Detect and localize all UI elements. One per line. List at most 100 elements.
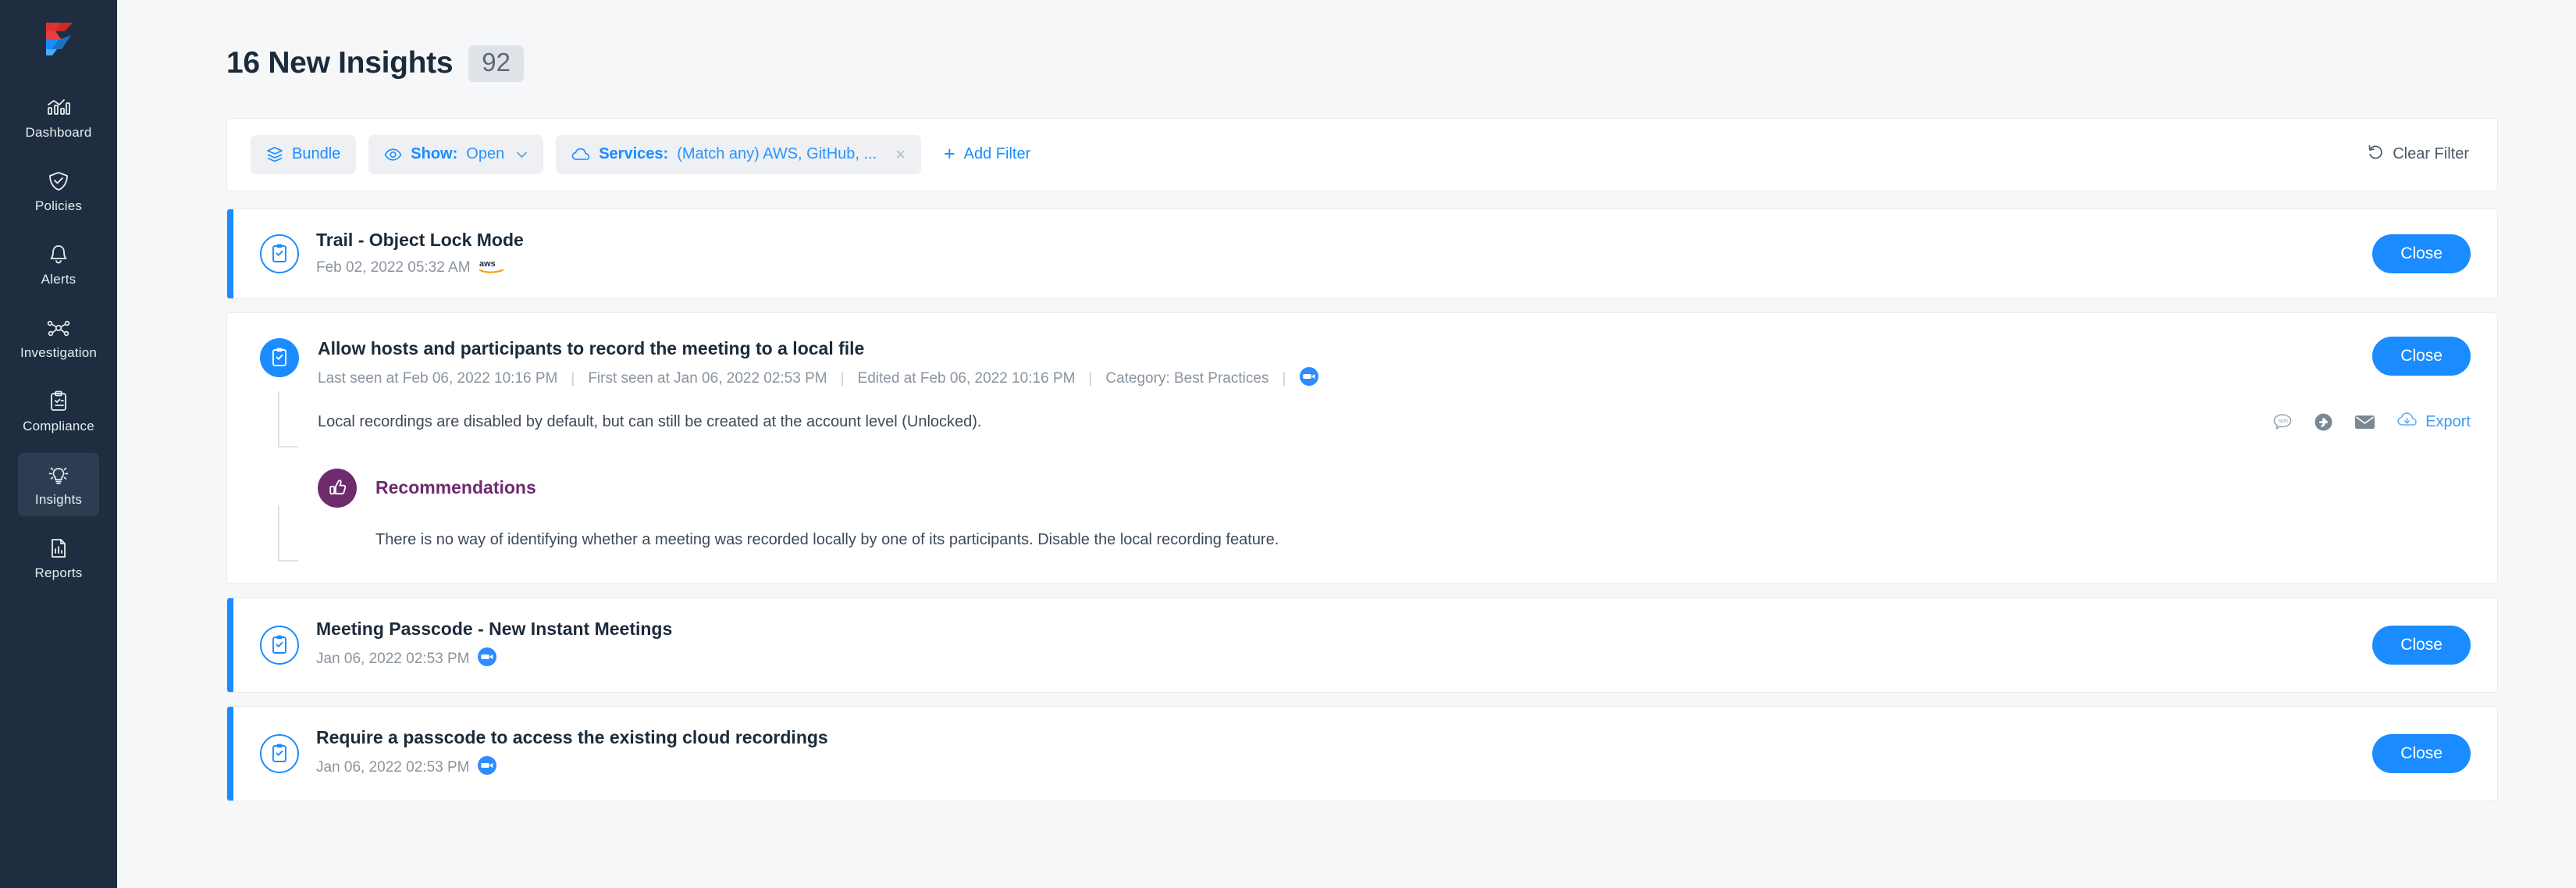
meta-separator: | (841, 370, 845, 387)
insight-actions: SMS (2272, 412, 2471, 433)
timeline-elbow (278, 446, 298, 448)
clipboard-check-icon (260, 234, 299, 273)
clipboard-list-icon (45, 390, 72, 413)
recommendations-title: Recommendations (375, 477, 536, 498)
insight-timestamp: Feb 02, 2022 05:32 AM (316, 259, 471, 276)
sidebar-item-label: Alerts (41, 272, 76, 287)
insight-card-header: Allow hosts and participants to record t… (227, 313, 2497, 391)
remove-services-filter-icon[interactable]: × (895, 144, 906, 165)
recommendations-header: Recommendations (318, 447, 2471, 508)
meta-separator: | (1088, 370, 1092, 387)
export-label: Export (2425, 413, 2471, 431)
insight-meta: Last seen at Feb 06, 2022 10:16 PM | Fir… (318, 366, 1319, 391)
sidebar-item-label: Policies (35, 198, 82, 214)
app-logo (31, 11, 86, 66)
insight-card[interactable]: Meeting Passcode - New Instant Meetings … (226, 597, 2498, 693)
sidebar-item-label: Insights (35, 492, 82, 508)
insight-card-text: Require a passcode to access the existin… (316, 727, 828, 780)
sidebar-item-investigation[interactable]: Investigation (18, 306, 99, 369)
shield-check-icon (45, 169, 72, 193)
insight-subtitle: Jan 06, 2022 02:53 PM (316, 755, 828, 780)
clipboard-check-icon (260, 734, 299, 773)
insight-card-row: Require a passcode to access the existin… (227, 707, 2497, 801)
layers-icon (266, 146, 283, 163)
zoom-logo-icon (477, 647, 497, 672)
sidebar-item-dashboard[interactable]: Dashboard (18, 86, 99, 149)
meta-last-seen: Last seen at Feb 06, 2022 10:16 PM (318, 370, 557, 387)
lightbulb-icon (45, 463, 72, 487)
sidebar-item-compliance[interactable]: Compliance (18, 380, 99, 443)
insight-timestamp: Jan 06, 2022 02:53 PM (316, 759, 469, 776)
meta-edited: Edited at Feb 06, 2022 10:16 PM (858, 370, 1076, 387)
insight-title: Require a passcode to access the existin… (316, 727, 828, 748)
sidebar-item-alerts[interactable]: Alerts (18, 233, 99, 296)
sidebar-item-policies[interactable]: Policies (18, 159, 99, 223)
insight-subtitle: Jan 06, 2022 02:53 PM (316, 647, 672, 672)
insight-card-text: Allow hosts and participants to record t… (318, 337, 1319, 391)
insight-title: Trail - Object Lock Mode (316, 230, 524, 251)
insight-count-badge: 92 (468, 45, 524, 82)
close-insight-button[interactable]: Close (2372, 734, 2471, 773)
clear-filter-button[interactable]: Clear Filter (2367, 144, 2469, 166)
cloud-icon (571, 148, 590, 162)
email-icon[interactable] (2354, 414, 2375, 430)
network-nodes-icon (45, 316, 72, 340)
timeline-connector (278, 391, 279, 448)
chevron-down-icon[interactable] (516, 147, 528, 162)
app-root: Dashboard Policies Alerts (0, 0, 2576, 888)
close-insight-button[interactable]: Close (2372, 234, 2471, 273)
close-insight-button[interactable]: Close (2372, 337, 2471, 376)
insight-subtitle: Feb 02, 2022 05:32 AM aws (316, 258, 524, 278)
insight-title: Meeting Passcode - New Instant Meetings (316, 619, 672, 640)
page-title: 16 New Insights (226, 46, 453, 80)
main-content: 16 New Insights 92 Bundle (117, 0, 2576, 888)
undo-arrow-icon (2367, 144, 2384, 166)
insight-card-expanded[interactable]: Allow hosts and participants to record t… (226, 312, 2498, 584)
insight-card-text: Meeting Passcode - New Instant Meetings … (316, 619, 672, 672)
insight-card-body: Local recordings are disabled by default… (227, 391, 2497, 583)
aws-logo-icon: aws (479, 258, 505, 278)
plus-icon: + (944, 144, 955, 164)
slack-icon[interactable] (2314, 412, 2333, 432)
filter-bar: Bundle Show: Open (226, 118, 2498, 191)
insight-card-text: Trail - Object Lock Mode Feb 02, 2022 05… (316, 230, 524, 278)
svg-text:SMS: SMS (2278, 420, 2288, 425)
show-filter-chip[interactable]: Show: Open (368, 135, 543, 174)
clipboard-check-icon (260, 626, 299, 665)
cloud-download-icon (2396, 412, 2418, 433)
sidebar-item-label: Dashboard (26, 125, 92, 141)
add-filter-label: Add Filter (964, 145, 1031, 163)
sms-bubble-icon[interactable]: SMS (2272, 412, 2293, 431)
zoom-logo-icon (477, 755, 497, 780)
insight-title: Allow hosts and participants to record t… (318, 338, 1319, 359)
insight-card[interactable]: Require a passcode to access the existin… (226, 706, 2498, 801)
dashboard-icon (45, 96, 72, 119)
meta-separator: | (571, 370, 575, 387)
insight-card-row: Meeting Passcode - New Instant Meetings … (227, 598, 2497, 692)
report-chart-icon (45, 537, 72, 560)
eye-icon (384, 147, 402, 162)
sidebar-item-label: Reports (35, 565, 83, 581)
sidebar: Dashboard Policies Alerts (0, 0, 117, 888)
meta-category: Category: Best Practices (1105, 370, 1268, 387)
export-button[interactable]: Export (2396, 412, 2471, 433)
bundle-filter-chip[interactable]: Bundle (251, 135, 356, 174)
sidebar-item-label: Investigation (20, 345, 97, 361)
timeline-connector (278, 505, 279, 562)
insight-description-row: Local recordings are disabled by default… (318, 391, 2471, 447)
add-filter-button[interactable]: + Add Filter (944, 144, 1030, 164)
insight-card[interactable]: Trail - Object Lock Mode Feb 02, 2022 05… (226, 209, 2498, 299)
sidebar-item-insights[interactable]: Insights (18, 453, 99, 516)
services-filter-value: (Match any) AWS, GitHub, ... (677, 145, 877, 163)
close-insight-button[interactable]: Close (2372, 626, 2471, 665)
show-filter-key: Show: (411, 145, 457, 163)
clipboard-check-icon (260, 338, 299, 377)
meta-separator: | (1282, 370, 1286, 387)
services-filter-chip[interactable]: Services: (Match any) AWS, GitHub, ... × (556, 135, 921, 174)
insight-timestamp: Jan 06, 2022 02:53 PM (316, 651, 469, 668)
bundle-filter-label: Bundle (292, 145, 340, 163)
services-filter-key: Services: (599, 145, 668, 163)
timeline-elbow (278, 560, 298, 562)
bell-icon (45, 243, 72, 266)
sidebar-item-reports[interactable]: Reports (18, 526, 99, 590)
